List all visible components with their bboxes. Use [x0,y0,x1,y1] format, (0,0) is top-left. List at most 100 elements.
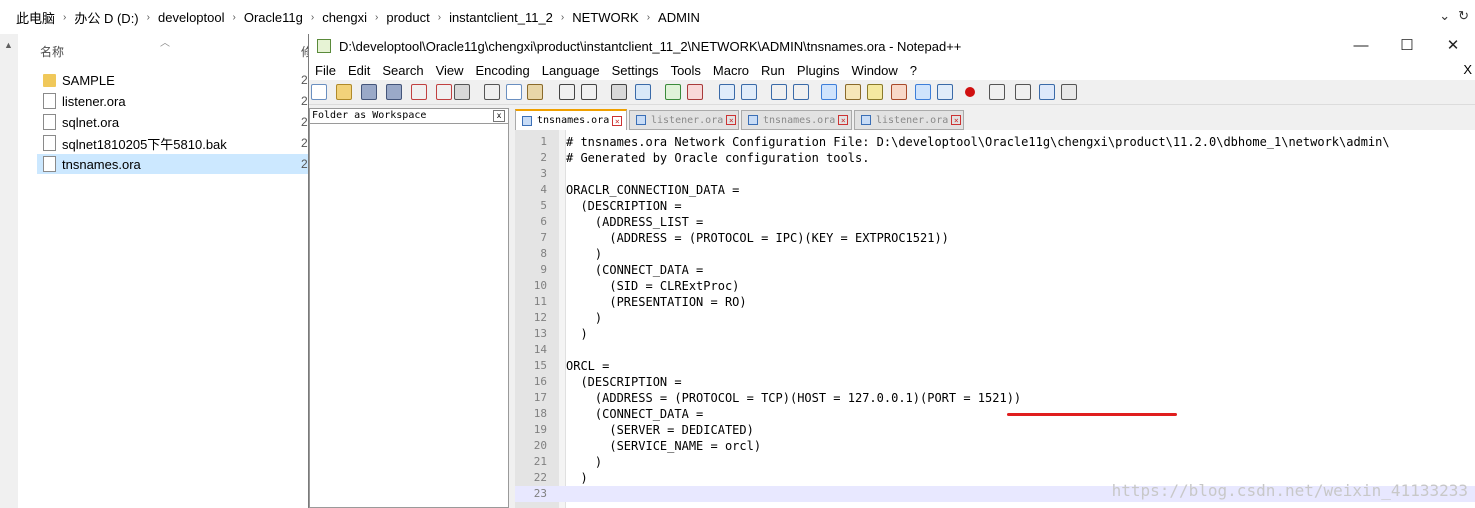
user-lang-icon[interactable] [845,84,861,100]
chevron-right-icon[interactable]: › [436,12,443,23]
menu-item-run[interactable]: Run [755,63,791,78]
menu-item-view[interactable]: View [430,63,470,78]
document-tab[interactable]: tnsnames.ora × [515,109,627,130]
scroll-up-icon[interactable]: ▲ [4,40,13,50]
code-line[interactable]: 16 (DESCRIPTION = [515,374,1475,390]
show-all-chars-icon[interactable] [793,84,809,100]
chevron-right-icon[interactable]: › [230,12,237,23]
breadcrumb-segment[interactable]: instantclient_11_2 [443,10,559,25]
tab-close-icon[interactable]: × [726,115,737,125]
replace-icon[interactable] [635,84,651,100]
menu-item-tools[interactable]: Tools [665,63,707,78]
explorer-address-bar[interactable]: 此电脑 › 办公 D (D:) › developtool › Oracle11g › chen… [0,0,1475,35]
breadcrumb-segment[interactable]: NETWORK [566,10,644,25]
code-line[interactable]: 14 [515,342,1475,358]
print-icon[interactable] [454,84,470,100]
menu-item-encoding[interactable]: Encoding [470,63,536,78]
file-row[interactable]: listener.ora 2 [37,91,308,111]
code-line[interactable]: 1 # tnsnames.ora Network Configuration Fi… [515,134,1475,150]
chevron-right-icon[interactable]: › [61,12,68,23]
chevron-right-icon[interactable]: › [309,12,316,23]
file-row[interactable]: tnsnames.ora 2 [37,154,308,174]
code-line[interactable]: 8 ) [515,246,1475,262]
tab-close-icon[interactable]: × [951,115,962,125]
menu-item-search[interactable]: Search [376,63,429,78]
code-line[interactable]: 13 ) [515,326,1475,342]
copy-icon[interactable] [506,84,522,100]
code-line[interactable]: 19 (SERVER = DEDICATED) [515,422,1475,438]
menu-item-macro[interactable]: Macro [707,63,755,78]
code-line[interactable]: 7 (ADDRESS = (PROTOCOL = IPC)(KEY = EXTP… [515,230,1475,246]
close-icon[interactable] [411,84,427,100]
code-line[interactable]: 10 (SID = CLRExtProc) [515,278,1475,294]
document-tab[interactable]: listener.ora × [854,110,964,130]
document-tab[interactable]: tnsnames.ora × [741,110,852,130]
breadcrumb-segment[interactable]: 办公 D (D:) [68,8,144,27]
sync-vertical-icon[interactable] [719,84,735,100]
redo-icon[interactable] [581,84,597,100]
menu-item-edit[interactable]: Edit [342,63,376,78]
paste-icon[interactable] [527,84,543,100]
chevron-right-icon[interactable]: › [373,12,380,23]
maximize-button[interactable]: ☐ [1384,34,1430,60]
breadcrumb-segment[interactable]: product [380,10,435,25]
minimize-button[interactable]: — [1338,34,1384,60]
nav-pane-scrollbar[interactable]: ▲ [0,34,18,508]
monitor-icon[interactable] [937,84,953,100]
file-row[interactable]: sqlnet.ora 2 [37,112,308,132]
save-icon[interactable] [361,84,377,100]
save-macro-icon[interactable] [1061,84,1077,100]
code-line[interactable]: 20 (SERVICE_NAME = orcl) [515,438,1475,454]
menu-item-file[interactable]: File [309,63,342,78]
code-line[interactable]: 4 ORACLR_CONNECTION_DATA = [515,182,1475,198]
code-line[interactable]: 3 [515,166,1475,182]
code-line[interactable]: 5 (DESCRIPTION = [515,198,1475,214]
chevron-down-icon[interactable]: ⌄ [1439,8,1450,24]
refresh-icon[interactable]: ↻ [1458,8,1469,24]
close-button[interactable]: ✕ [1430,34,1475,60]
zoom-out-icon[interactable] [687,84,703,100]
menu-item-window[interactable]: Window [846,63,904,78]
find-icon[interactable] [611,84,627,100]
menu-item-plugins[interactable]: Plugins [791,63,846,78]
breadcrumb-segment[interactable]: developtool [152,10,231,25]
menu-item-help[interactable]: ? [904,63,923,78]
new-file-icon[interactable] [311,84,327,100]
cut-icon[interactable] [484,84,500,100]
open-file-icon[interactable] [336,84,352,100]
column-header-name[interactable]: 名称 [40,43,64,60]
menu-item-language[interactable]: Language [536,63,606,78]
breadcrumb-segment[interactable]: 此电脑 [10,8,61,27]
undo-icon[interactable] [559,84,575,100]
code-line[interactable]: 9 (CONNECT_DATA = [515,262,1475,278]
code-line[interactable]: 15 ORCL = [515,358,1475,374]
indent-guide-icon[interactable] [821,84,837,100]
file-row[interactable]: sqlnet1810205下午5810.bak 2 [37,133,308,153]
tab-close-icon[interactable]: × [612,115,623,126]
chevron-right-icon[interactable]: › [559,12,566,23]
save-all-icon[interactable] [386,84,402,100]
code-line[interactable]: 2 # Generated by Oracle configuration too… [515,150,1475,166]
close-all-icon[interactable] [436,84,452,100]
stop-record-icon[interactable] [989,84,1005,100]
menu-item-settings[interactable]: Settings [606,63,665,78]
chevron-right-icon[interactable]: › [645,12,652,23]
code-line[interactable]: 6 (ADDRESS_LIST = [515,214,1475,230]
run-macro-multiple-icon[interactable] [1039,84,1055,100]
breadcrumb-segment[interactable]: chengxi [316,10,373,25]
breadcrumb-segment[interactable]: ADMIN [652,10,706,25]
close-document-button[interactable]: X [1463,62,1472,77]
workspace-close-button[interactable]: x [493,110,505,122]
play-macro-icon[interactable] [1015,84,1031,100]
chevron-right-icon[interactable]: › [145,12,152,23]
code-line[interactable]: 18 (CONNECT_DATA = [515,406,1475,422]
code-line[interactable]: 21 ) [515,454,1475,470]
doc-map-icon[interactable] [867,84,883,100]
folder-workspace-icon[interactable] [915,84,931,100]
code-line[interactable]: 12 ) [515,310,1475,326]
code-line[interactable]: 17 (ADDRESS = (PROTOCOL = TCP)(HOST = 12… [515,390,1475,406]
document-tab[interactable]: listener.ora × [629,110,739,130]
zoom-in-icon[interactable] [665,84,681,100]
word-wrap-icon[interactable] [771,84,787,100]
tab-close-icon[interactable]: × [838,115,849,125]
